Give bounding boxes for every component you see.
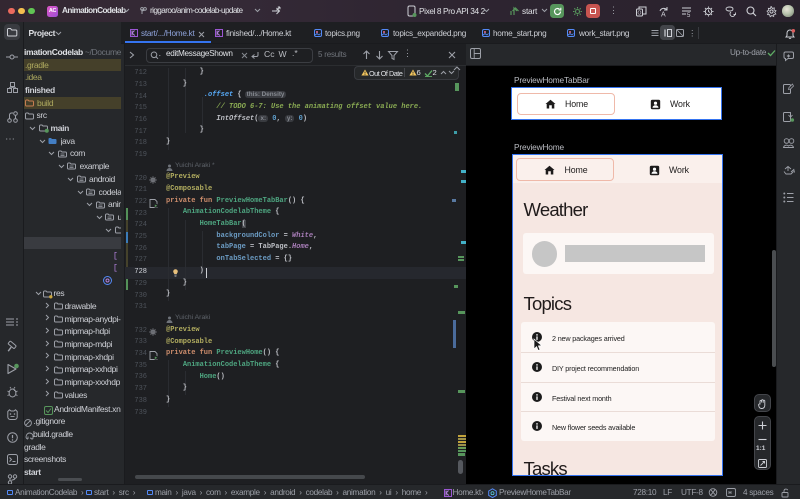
svg-text:O: O bbox=[638, 10, 642, 16]
svg-text:A: A bbox=[661, 11, 666, 18]
svg-text:5: 5 bbox=[687, 13, 691, 19]
